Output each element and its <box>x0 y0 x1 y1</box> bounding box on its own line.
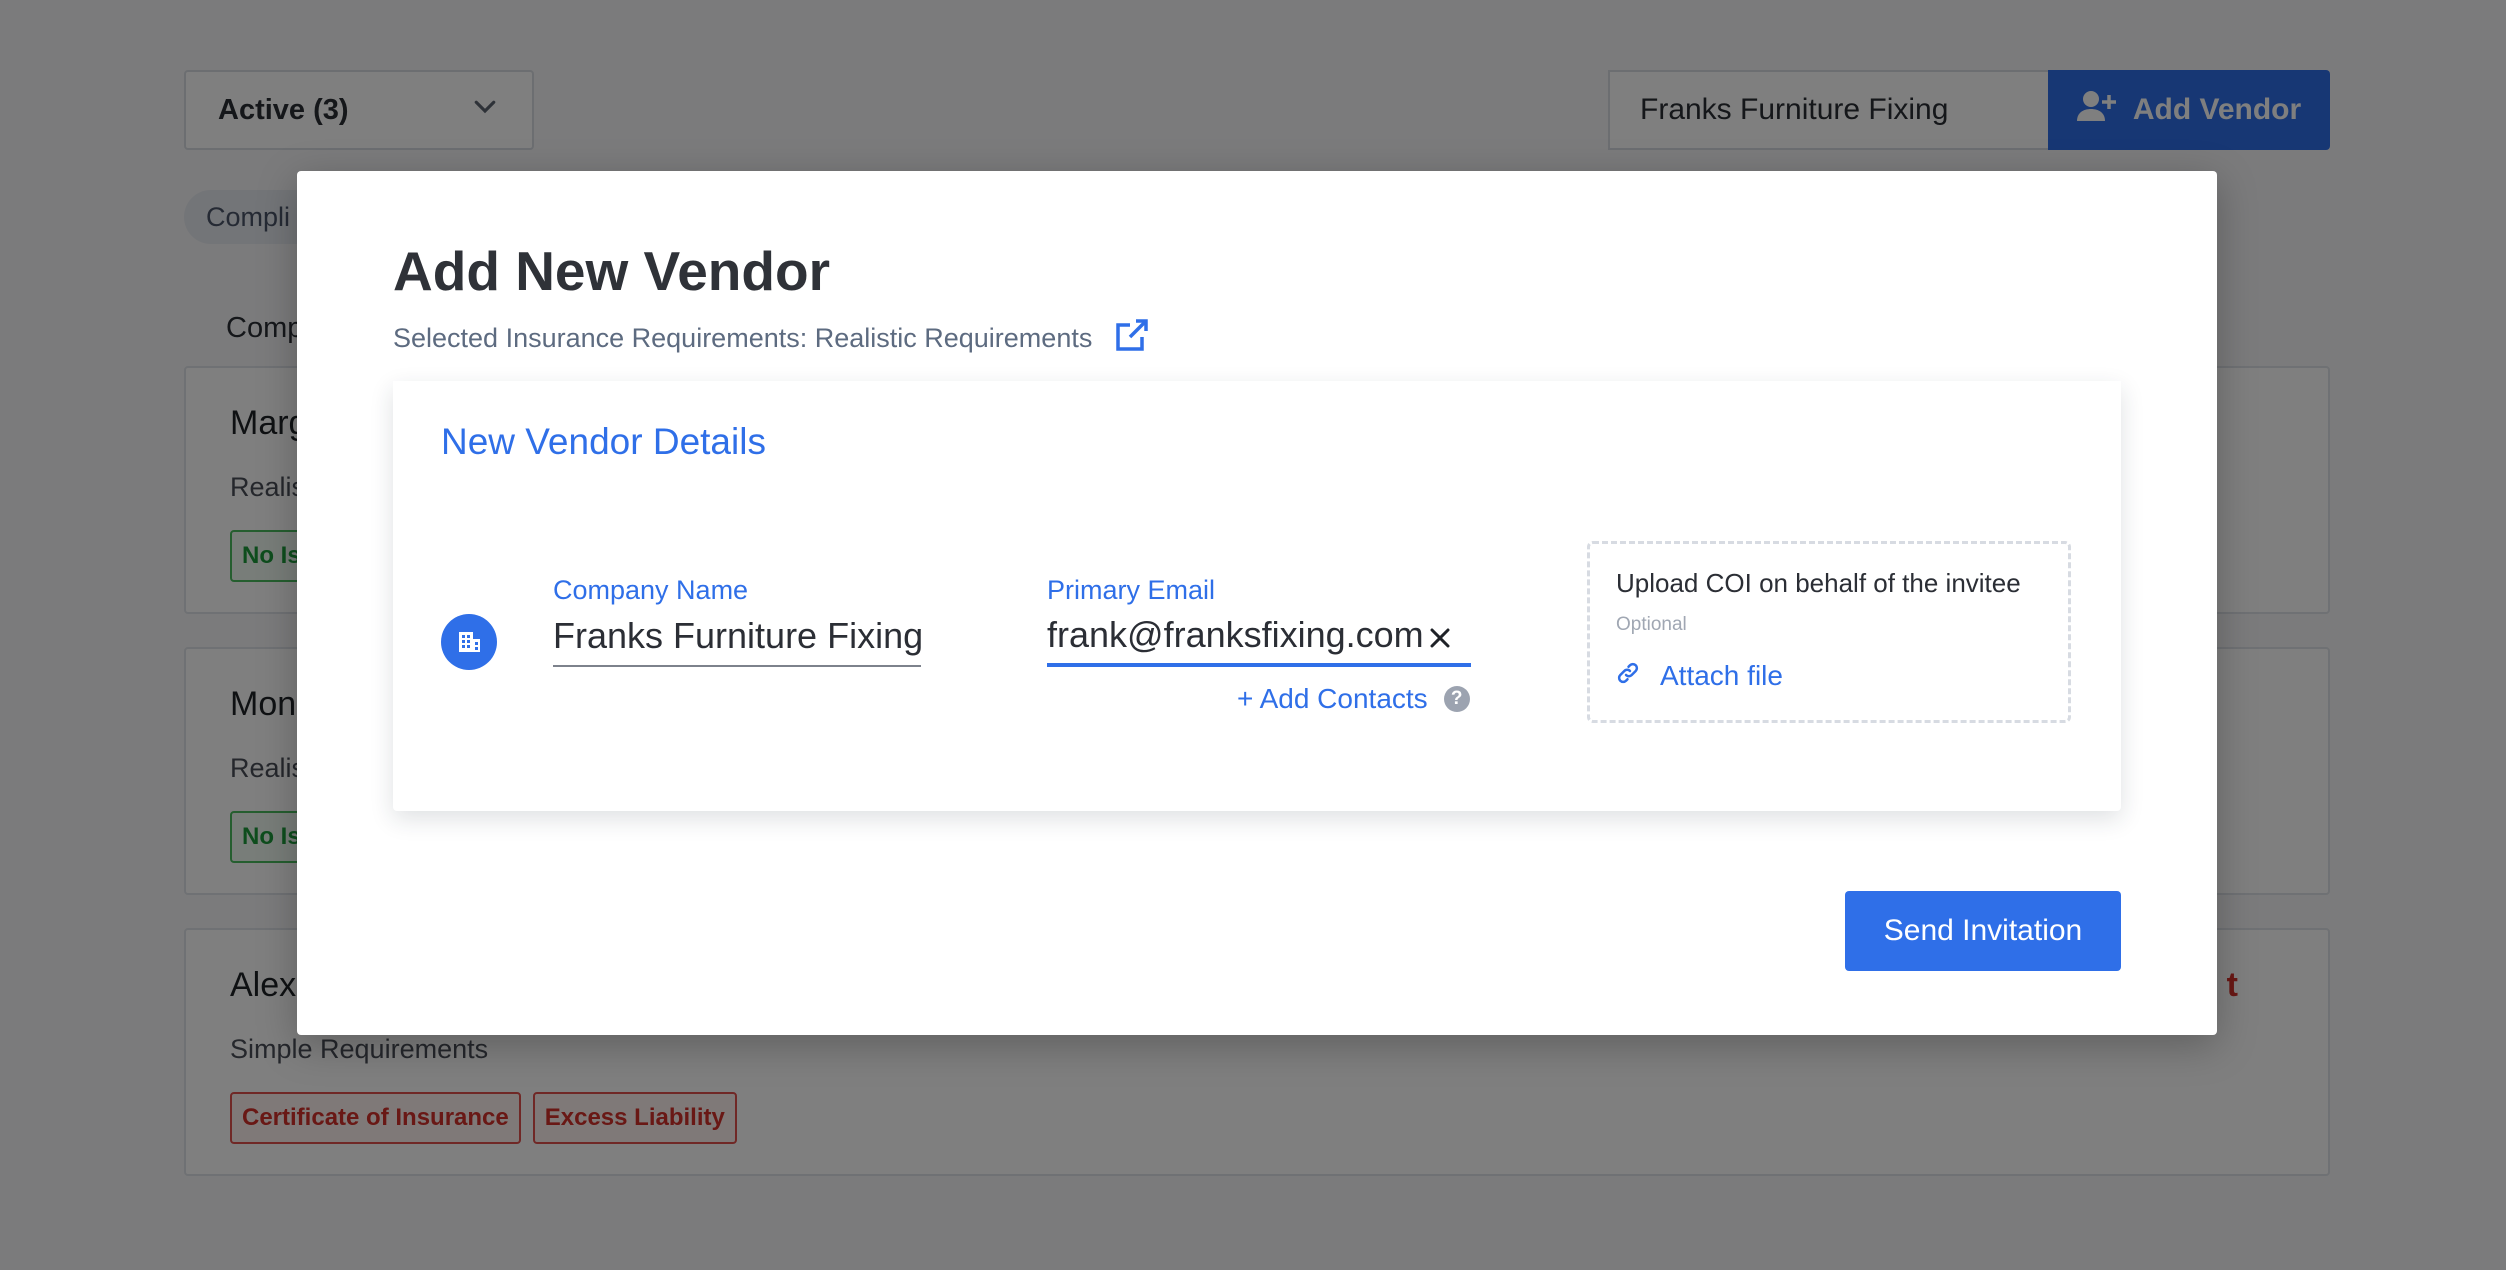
add-contacts-link[interactable]: + Add Contacts ? <box>1237 683 1470 715</box>
company-name-input[interactable]: Franks Furniture Fixing <box>553 607 923 667</box>
link-icon <box>1616 660 1640 692</box>
upload-title: Upload COI on behalf of the invitee <box>1616 568 2021 598</box>
question-icon[interactable]: ? <box>1443 686 1470 712</box>
company-name-label: Company Name <box>553 575 749 605</box>
building-icon <box>441 614 497 670</box>
details-title: New Vendor Details <box>441 421 766 462</box>
attach-file-link[interactable]: Attach file <box>1616 660 1783 692</box>
upload-coi-dropzone[interactable]: Upload COI on behalf of the invitee Opti… <box>1587 541 2071 723</box>
vendor-details-card: New Vendor Details Company Name Franks F… <box>393 381 2121 811</box>
upload-optional-hint: Optional <box>1616 614 1687 635</box>
close-icon[interactable] <box>1423 621 1457 655</box>
send-invitation-button[interactable]: Send Invitation <box>1845 891 2121 971</box>
add-contacts-label: + Add Contacts <box>1237 683 1428 714</box>
modal-title: Add New Vendor <box>393 240 830 302</box>
requirements-line: Selected Insurance Requirements: Realist… <box>393 315 1152 362</box>
primary-email-label: Primary Email <box>1047 575 1216 605</box>
add-vendor-modal: Add New Vendor Selected Insurance Requir… <box>297 171 2217 1035</box>
primary-email-input[interactable]: frank@franksfixing.com <box>1047 607 1471 667</box>
external-link-icon[interactable] <box>1112 315 1152 362</box>
attach-file-label: Attach file <box>1660 660 1783 691</box>
requirements-text: Selected Insurance Requirements: Realist… <box>393 323 1093 353</box>
